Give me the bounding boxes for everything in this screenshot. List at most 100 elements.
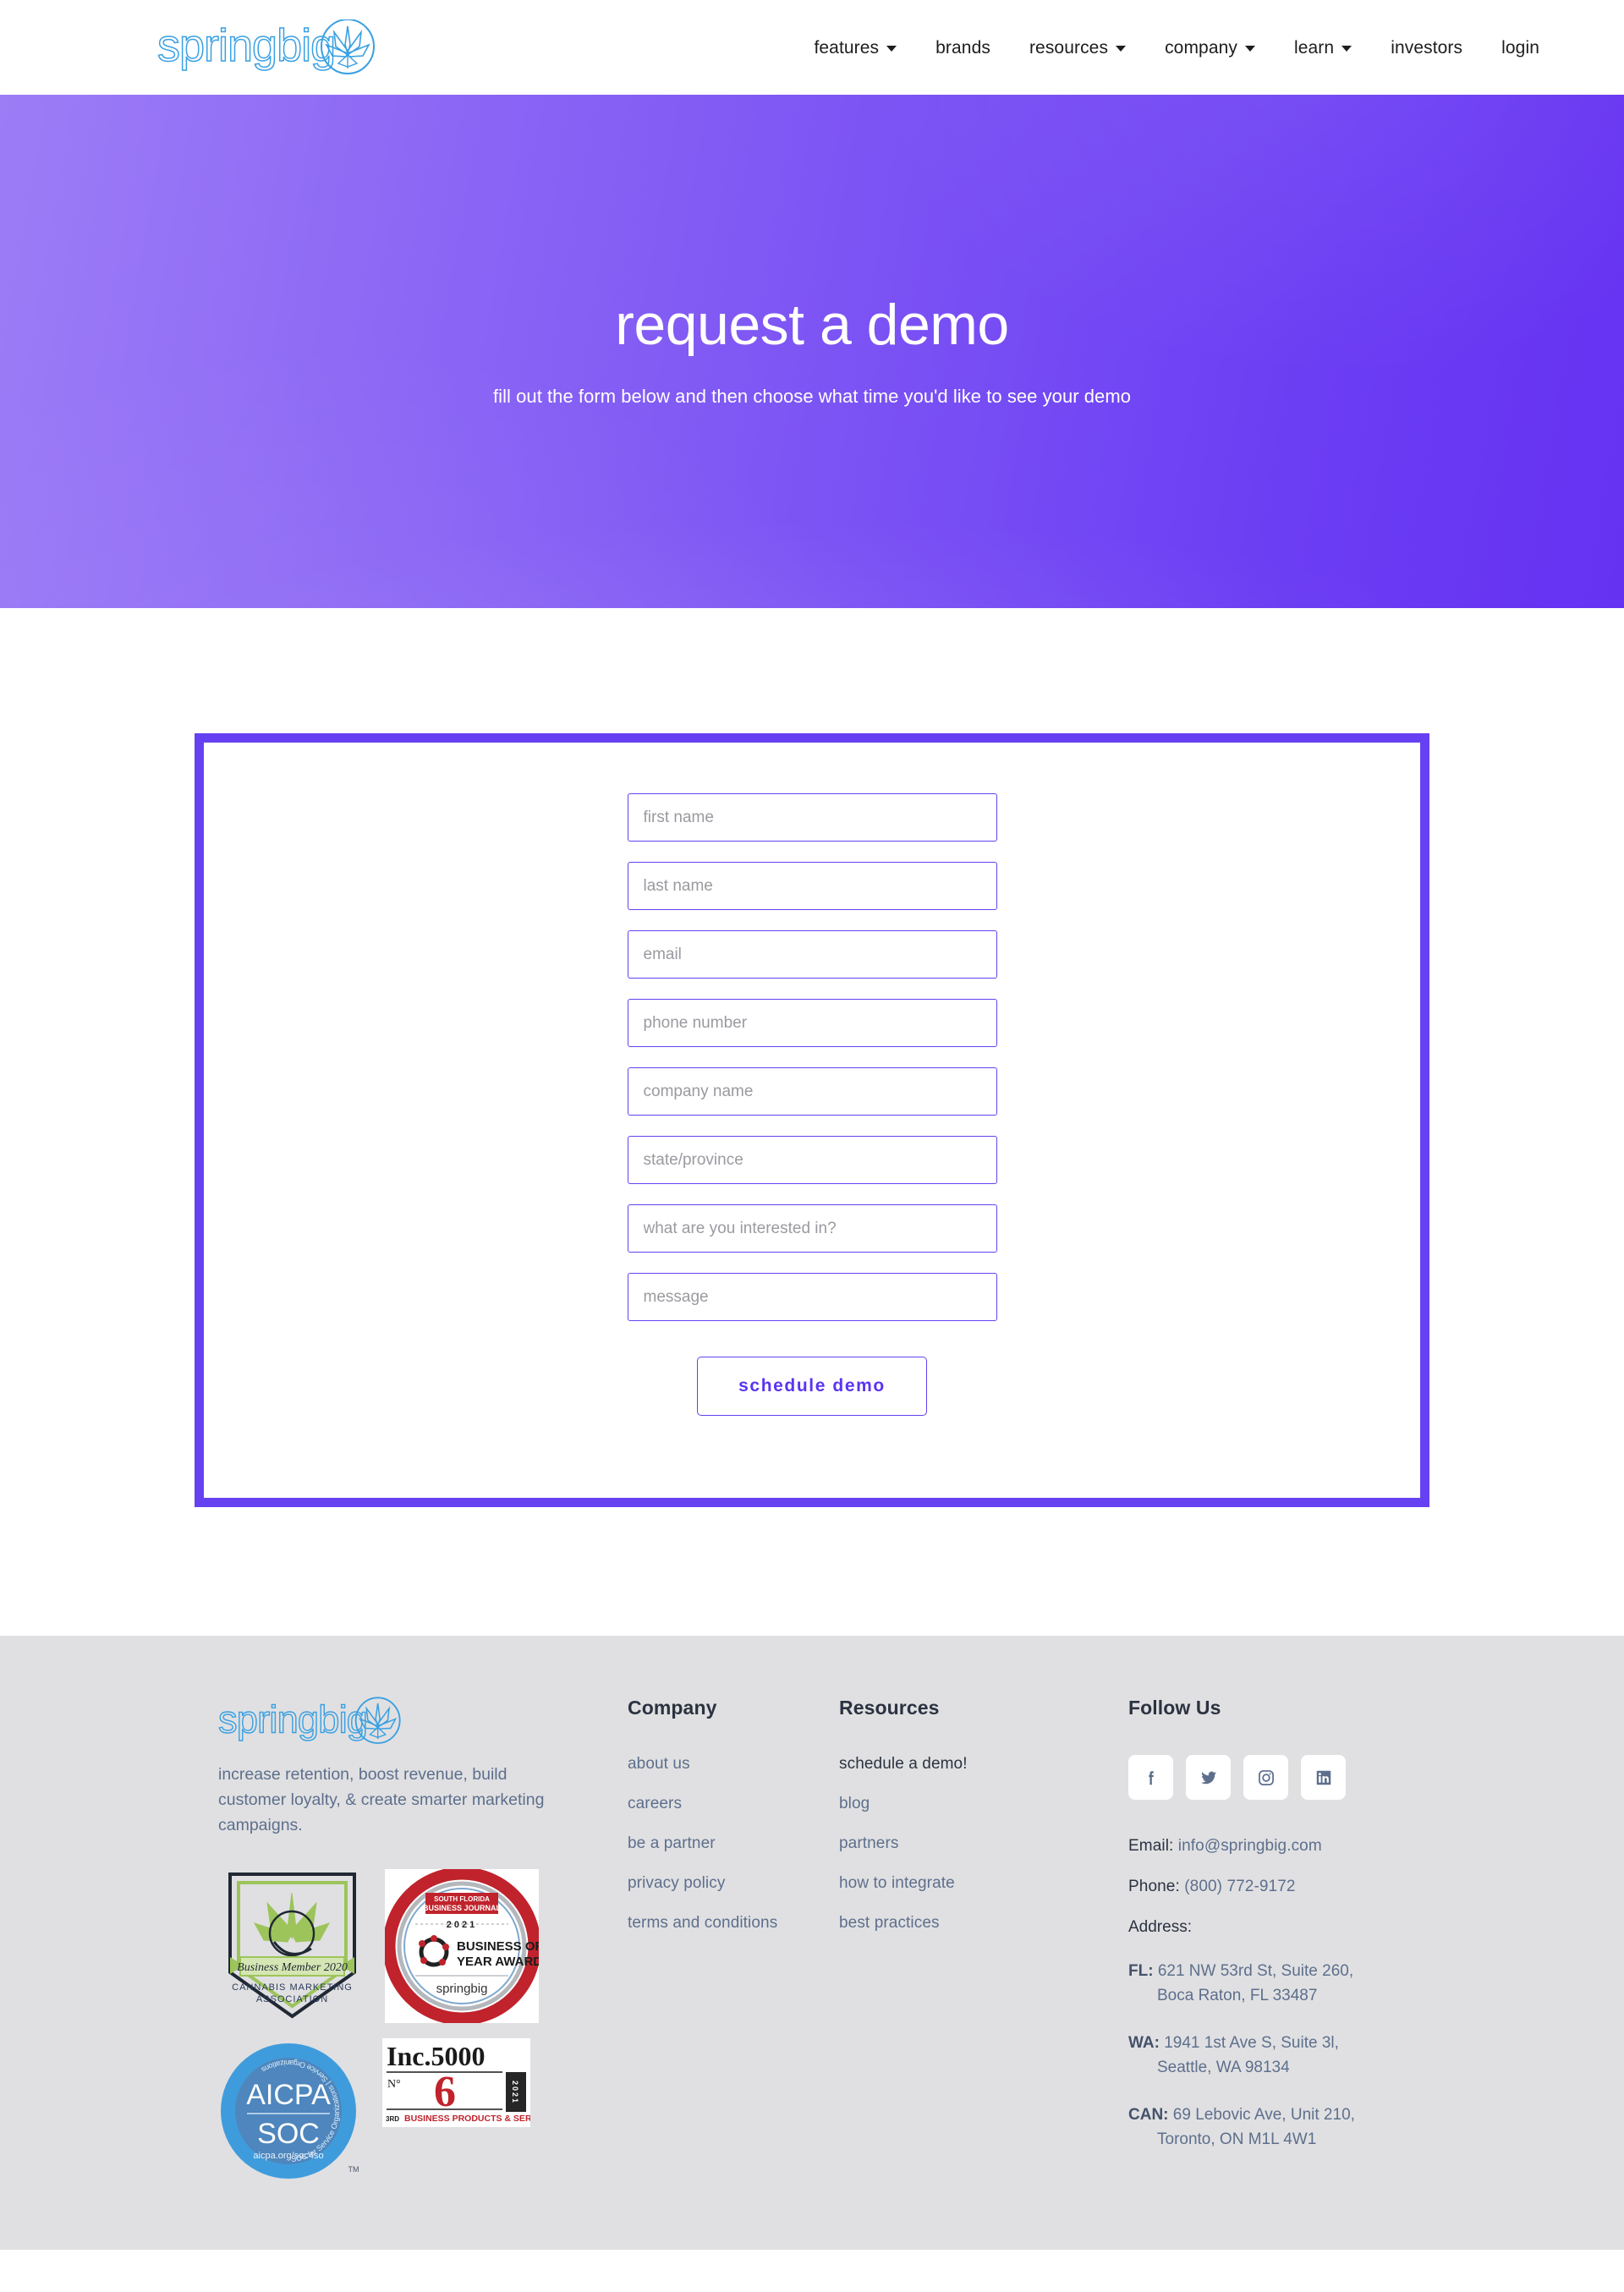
footer-follow-column: Follow Us Email: info@springbig.com Phon…	[1128, 1697, 1433, 2174]
aicpa-tm: TM	[348, 2165, 359, 2174]
aicpa-line-2: SOC	[257, 2118, 320, 2150]
cannabis-leaf-circle-icon	[354, 1697, 401, 1744]
nav-item-login[interactable]: login	[1482, 39, 1539, 57]
address-can-tag: CAN:	[1128, 2105, 1169, 2124]
footer-link-schedule-a-demo[interactable]: schedule a demo!	[839, 1755, 1067, 1774]
chevron-down-icon	[1116, 45, 1127, 52]
demo-form-section: schedule demo	[0, 608, 1624, 1636]
boty-title-1: BUSINESS OF THE	[457, 1939, 539, 1954]
chevron-down-icon	[1341, 45, 1352, 52]
nav-label: resources	[1029, 37, 1109, 58]
footer-resources-title: Resources	[839, 1697, 940, 1719]
footer-link-how-to-integrate[interactable]: how to integrate	[839, 1874, 1067, 1893]
aicpa-soc-badge: AICPA SOC aicpa.org/soc4so SOC for Servi…	[221, 2043, 359, 2179]
nav-item-resources[interactable]: resources	[1010, 39, 1145, 57]
instagram-icon	[1258, 1769, 1274, 1785]
submit-row: schedule demo	[628, 1357, 997, 1416]
footer-link-partners[interactable]: partners	[839, 1834, 1067, 1853]
footer-inner: springbig increase retention, boost reve…	[0, 1697, 1624, 2199]
footer-link-blog[interactable]: blog	[839, 1795, 1067, 1813]
company-name-input[interactable]	[627, 1067, 997, 1116]
footer-brand-column: springbig increase retention, boost reve…	[217, 1697, 573, 2199]
footer-phone-line: Phone: (800) 772-9172	[1128, 1878, 1433, 1896]
nav-item-learn[interactable]: learn	[1275, 39, 1371, 57]
interest-input[interactable]	[627, 1204, 997, 1253]
business-of-the-year-badge: SOUTH FLORIDA BUSINESS JOURNAL 2021 BUSI…	[385, 1868, 539, 2023]
nav-label: investors	[1391, 37, 1463, 58]
footer-link-best-practices[interactable]: best practices	[839, 1914, 1067, 1933]
email-input[interactable]	[627, 930, 997, 979]
email-value[interactable]: info@springbig.com	[1178, 1837, 1322, 1855]
cannabis-marketing-association-badge: Business Member 2020 CANNABIS MARKETING …	[228, 1872, 356, 2019]
aicpa-line-1: AICPA	[246, 2079, 331, 2111]
footer-tagline: increase retention, boost revenue, build…	[218, 1765, 545, 1835]
address-label: Address:	[1128, 1918, 1192, 1936]
last-name-input[interactable]	[627, 862, 997, 910]
twitter-link[interactable]	[1186, 1755, 1231, 1800]
chevron-down-icon	[886, 45, 897, 52]
footer-resources-column: Resources schedule a demo! blog partners…	[839, 1697, 1067, 1954]
footer-follow-title: Follow Us	[1128, 1697, 1221, 1719]
hero-banner: request a demo fill out the form below a…	[0, 95, 1624, 608]
badges-row-1: Business Member 2020 CANNABIS MARKETING …	[218, 1868, 573, 2023]
message-input[interactable]	[627, 1273, 997, 1321]
first-name-input[interactable]	[627, 793, 997, 842]
footer-link-be-a-partner[interactable]: be a partner	[628, 1834, 839, 1853]
inc-title: Inc.5000	[387, 2041, 485, 2071]
springbig-logo-icon: springbig	[217, 1697, 401, 1744]
footer-company-column: Company about us careers be a partner pr…	[628, 1697, 839, 1954]
footer-link-about-us[interactable]: about us	[628, 1755, 839, 1774]
footer-email-line: Email: info@springbig.com	[1128, 1837, 1433, 1856]
logo-wordmark: springbig	[157, 20, 335, 71]
field-email-wrap	[627, 930, 997, 979]
footer-logo[interactable]: springbig	[217, 1697, 573, 1750]
nav-item-features[interactable]: features	[794, 39, 916, 57]
field-first-name-wrap	[627, 793, 997, 842]
inc-no-label: N°	[387, 2078, 401, 2091]
nav-label: login	[1501, 37, 1539, 58]
linkedin-link[interactable]	[1301, 1755, 1346, 1800]
nav-item-investors[interactable]: investors	[1371, 39, 1482, 57]
linkedin-icon	[1316, 1770, 1330, 1785]
nav-label: brands	[935, 37, 990, 58]
cma-line-3: ASSOCIATION	[256, 1994, 328, 2004]
facebook-link[interactable]	[1128, 1755, 1173, 1800]
instagram-link[interactable]	[1243, 1755, 1288, 1800]
site-logo[interactable]: springbig	[157, 19, 377, 75]
chevron-down-icon	[1244, 45, 1255, 52]
footer-link-privacy-policy[interactable]: privacy policy	[628, 1874, 839, 1893]
cma-ribbon-text: Business Member 2020	[237, 1961, 348, 1974]
site-footer: springbig increase retention, boost reve…	[0, 1636, 1624, 2250]
nav-label: learn	[1293, 37, 1335, 58]
address-wa: WA: 1941 1st Ave S, Suite 3l, Seattle, W…	[1128, 2031, 1433, 2081]
address-fl-line1: 621 NW 53rd St, Suite 260,	[1157, 1962, 1354, 1980]
nav-item-brands[interactable]: brands	[916, 39, 1010, 57]
boty-title-2: YEAR AWARDS	[457, 1955, 539, 1969]
cannabis-leaf-circle-icon	[321, 19, 375, 74]
address-fl-tag: FL:	[1128, 1962, 1154, 1980]
social-links	[1128, 1755, 1433, 1800]
nav-item-company[interactable]: company	[1145, 39, 1275, 57]
main-navigation: features brands resources company learn …	[794, 39, 1539, 57]
footer-company-title: Company	[628, 1697, 717, 1719]
phone-number-input[interactable]	[627, 999, 997, 1047]
cma-line-2: CANNABIS MARKETING	[232, 1982, 353, 1993]
address-can-line1: 69 Lebovic Ave, Unit 210,	[1172, 2105, 1355, 2124]
footer-link-careers[interactable]: careers	[628, 1795, 839, 1813]
address-wa-line2: Seattle, WA 98134	[1157, 2059, 1290, 2077]
field-company-wrap	[627, 1067, 997, 1116]
twitter-icon	[1200, 1771, 1216, 1784]
inc-prefix: 3RD	[386, 2115, 399, 2123]
phone-value[interactable]: (800) 772-9172	[1184, 1878, 1295, 1895]
facebook-icon	[1148, 1770, 1154, 1785]
site-header: springbig features brands resources comp…	[0, 0, 1624, 95]
footer-link-terms-conditions[interactable]: terms and conditions	[628, 1914, 839, 1933]
boty-brand: springbig	[436, 1982, 488, 1996]
nav-label: company	[1165, 37, 1237, 58]
footer-badges: Business Member 2020 CANNABIS MARKETING …	[218, 1868, 573, 2184]
field-state-wrap	[627, 1136, 997, 1184]
field-last-name-wrap	[627, 862, 997, 910]
schedule-demo-button[interactable]: schedule demo	[697, 1357, 927, 1416]
inc-5000-badge: Inc.5000 N° 6 2021 3RD BUSINESS PRODUCTS…	[382, 2037, 530, 2127]
state-province-input[interactable]	[627, 1136, 997, 1184]
